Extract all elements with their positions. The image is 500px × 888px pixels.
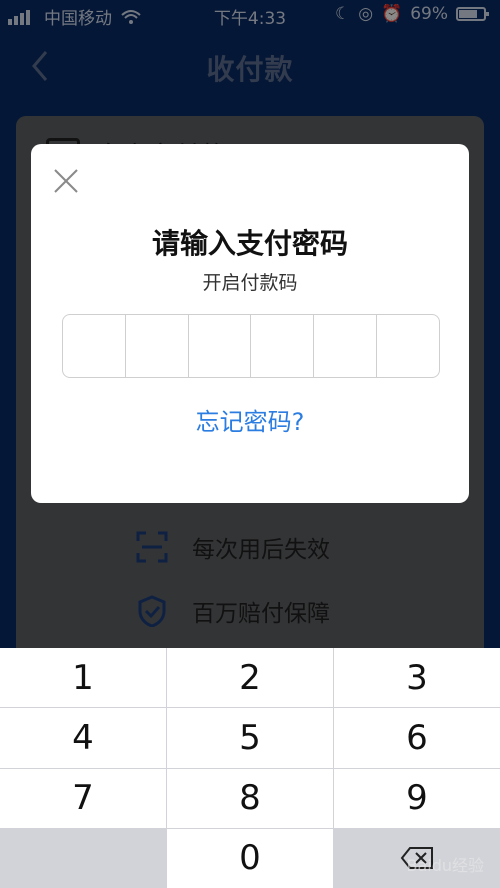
pin-digit-cell[interactable] (189, 315, 252, 377)
key-5[interactable]: 5 (167, 708, 333, 768)
watermark: Baidu经验 (406, 856, 484, 875)
key-7[interactable]: 7 (0, 768, 166, 828)
pin-digit-cell[interactable] (377, 315, 439, 377)
pin-digit-cell[interactable] (126, 315, 189, 377)
key-3[interactable]: 3 (334, 648, 500, 708)
modal-title: 请输入支付密码 (151, 227, 348, 260)
key-4[interactable]: 4 (0, 708, 166, 768)
modal-subtitle: 开启付款码 (202, 272, 298, 294)
key-6[interactable]: 6 (334, 708, 500, 768)
password-modal: 请输入支付密码 开启付款码 忘记密码? (31, 144, 469, 503)
key-1[interactable]: 1 (0, 648, 166, 708)
key-2[interactable]: 2 (167, 648, 333, 708)
key-9[interactable]: 9 (334, 768, 500, 828)
pin-digit-cell[interactable] (251, 315, 315, 377)
forgot-password-link[interactable]: 忘记密码? (31, 402, 469, 437)
password-input[interactable] (62, 314, 440, 378)
pin-digit-cell[interactable] (314, 315, 378, 377)
key-0[interactable]: 0 (167, 828, 333, 888)
close-icon[interactable] (51, 166, 81, 196)
pin-digit-cell[interactable] (63, 315, 126, 377)
key-8[interactable]: 8 (167, 768, 333, 828)
key-blank (0, 828, 166, 888)
